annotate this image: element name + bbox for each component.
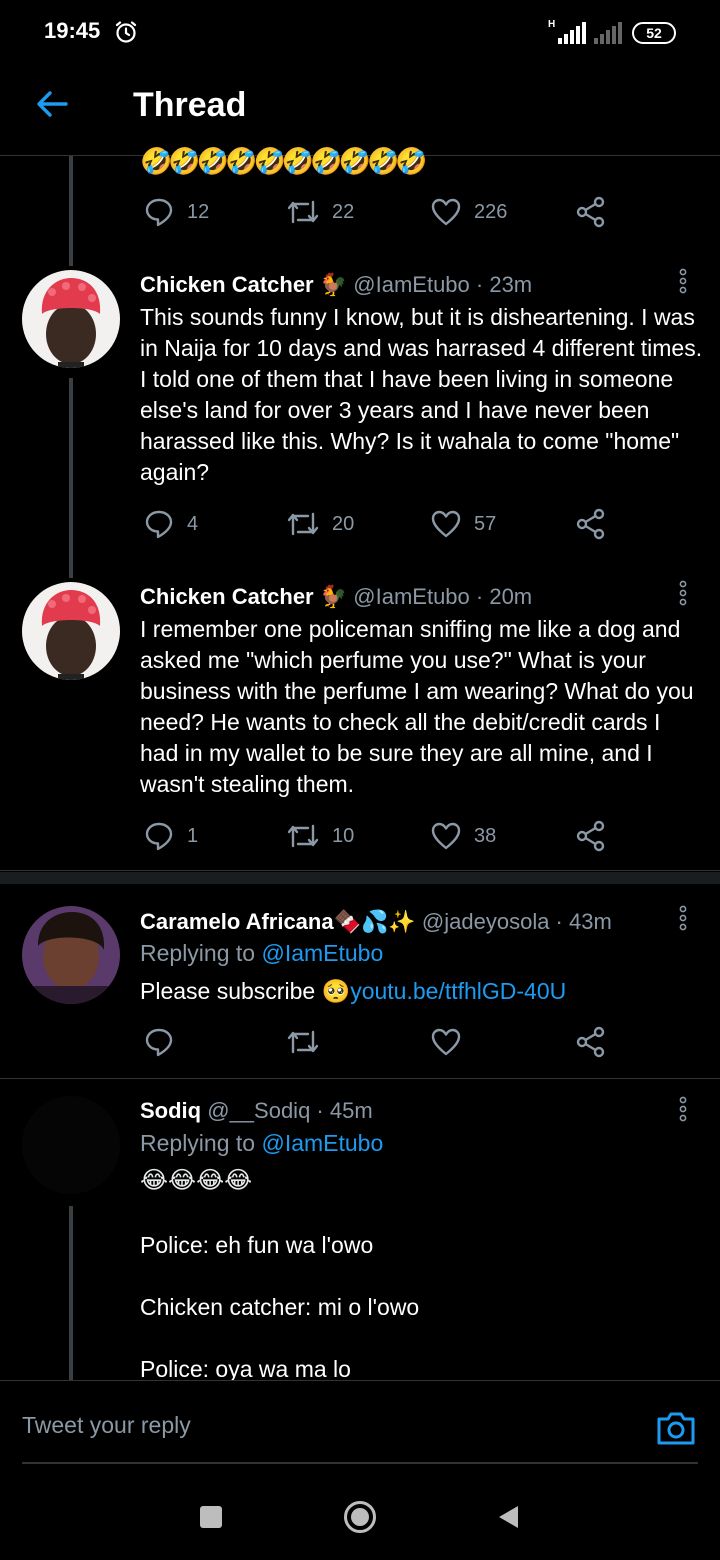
thread-line	[69, 1206, 73, 1380]
author-handle[interactable]: @jadeyosola · 43m	[422, 909, 612, 934]
heart-icon	[431, 822, 461, 850]
tweet-text-prefix: Please subscribe	[140, 978, 322, 1004]
retweet-icon	[287, 200, 319, 224]
divider	[0, 1078, 720, 1079]
thread-line	[69, 378, 73, 578]
replying-to-label: Replying to	[140, 940, 262, 966]
retweet-button[interactable]: 22	[286, 196, 354, 228]
reply-input-underline	[22, 1462, 698, 1464]
avatar[interactable]	[22, 270, 120, 368]
author-name[interactable]: Chicken Catcher	[140, 584, 314, 609]
alarm-icon	[115, 21, 137, 43]
reply-count: 4	[187, 512, 199, 535]
retweet-icon	[287, 512, 319, 536]
author-name[interactable]: Chicken Catcher	[140, 272, 314, 297]
retweet-count: 20	[332, 512, 355, 535]
like-button[interactable]: 38	[430, 820, 496, 852]
like-count: 57	[474, 512, 497, 535]
tweet-text: I remember one policeman sniffing me lik…	[140, 616, 694, 797]
reply-count: 1	[187, 824, 199, 847]
heart-icon	[431, 510, 461, 538]
more-options-icon[interactable]	[679, 580, 687, 606]
tweet-emojis: 😂😂😂😂	[140, 1167, 253, 1194]
signal-weak-icon	[594, 22, 622, 44]
replying-to: Replying to @IamEtubo	[140, 940, 383, 967]
reply-count: 12	[187, 200, 210, 223]
share-icon[interactable]	[575, 196, 607, 228]
retweet-button[interactable]: 20	[286, 508, 354, 540]
share-icon[interactable]	[575, 1026, 607, 1058]
tweet-author-line: Chicken Catcher 🐓 @IamEtubo · 20m	[140, 584, 532, 610]
reply-icon	[145, 198, 173, 227]
more-options-icon[interactable]	[679, 905, 687, 931]
signal-icon	[558, 22, 586, 44]
like-count: 226	[474, 200, 508, 223]
recents-button[interactable]	[200, 1506, 222, 1528]
page-title: Thread	[133, 86, 247, 124]
avatar-image	[22, 582, 120, 680]
avatar[interactable]	[22, 906, 120, 1004]
like-count: 38	[474, 824, 497, 847]
pleading-emoji: 🥺	[321, 978, 351, 1004]
tweet-author-line: Sodiq @__Sodiq · 45m	[140, 1098, 373, 1124]
reply-icon	[145, 822, 173, 851]
tweet-author-line: Caramelo Africana🍫💦✨ @jadeyosola · 43m	[140, 909, 612, 935]
thread-line	[69, 156, 73, 266]
author-name[interactable]: Caramelo Africana	[140, 909, 334, 934]
tweet-text-line: Police: eh fun wa l'owo	[140, 1232, 374, 1258]
tweet-emojis: 🤣🤣🤣🤣🤣🤣🤣🤣🤣🤣	[140, 146, 428, 176]
retweet-icon	[287, 824, 319, 848]
reply-input[interactable]: Tweet your reply	[22, 1412, 191, 1439]
tweet-text-line: Chicken catcher: mi o l'owo	[140, 1294, 420, 1320]
more-options-icon[interactable]	[679, 1096, 687, 1122]
retweet-count: 10	[332, 824, 355, 847]
author-handle[interactable]: @IamEtubo · 20m	[353, 584, 532, 609]
share-icon[interactable]	[575, 508, 607, 540]
retweet-icon[interactable]	[286, 1026, 320, 1058]
like-button[interactable]: 226	[430, 196, 507, 228]
divider	[0, 870, 720, 871]
replying-to-handle[interactable]: @IamEtubo	[261, 940, 383, 966]
reply-icon	[145, 510, 173, 539]
status-time: 19:45	[44, 18, 101, 43]
back-arrow-icon[interactable]	[34, 86, 70, 122]
tweet-author-line: Chicken Catcher 🐓 @IamEtubo · 23m	[140, 272, 532, 298]
replying-to: Replying to @IamEtubo	[140, 1130, 383, 1157]
author-handle[interactable]: @IamEtubo · 23m	[353, 272, 532, 297]
reply-button[interactable]: 4	[143, 508, 198, 540]
avatar[interactable]	[22, 582, 120, 680]
more-options-icon[interactable]	[679, 268, 687, 294]
retweet-button[interactable]: 10	[286, 820, 354, 852]
tweet-text: This sounds funny I know, but it is dish…	[140, 304, 703, 485]
author-name[interactable]: Sodiq	[140, 1098, 201, 1123]
name-emoji: 🐓	[319, 584, 348, 609]
replying-to-handle[interactable]: @IamEtubo	[261, 1130, 383, 1156]
avatar-image	[22, 906, 120, 1004]
heart-icon	[431, 198, 461, 226]
section-divider	[0, 872, 720, 884]
replying-to-label: Replying to	[140, 1130, 262, 1156]
reply-button[interactable]: 1	[143, 820, 198, 852]
reply-icon[interactable]	[143, 1026, 175, 1058]
home-button[interactable]	[343, 1500, 377, 1534]
name-emojis: 🍫💦✨	[333, 909, 416, 934]
tweet-text-line: Police: oya wa ma lo	[140, 1356, 351, 1380]
reply-bar-divider	[0, 1380, 720, 1381]
avatar-image	[22, 270, 120, 368]
like-button[interactable]: 57	[430, 508, 496, 540]
name-emoji: 🐓	[319, 272, 348, 297]
author-handle[interactable]: @__Sodiq · 45m	[207, 1098, 372, 1123]
avatar[interactable]	[22, 1096, 120, 1194]
battery-indicator: 52	[632, 22, 676, 44]
tweet-link[interactable]: youtu.be/ttfhlGD-40U	[350, 978, 566, 1004]
tweet-text: Please subscribe 🥺youtu.be/ttfhlGD-40U	[140, 976, 705, 1007]
heart-icon[interactable]	[430, 1026, 462, 1058]
retweet-count: 22	[332, 200, 355, 223]
share-icon[interactable]	[575, 820, 607, 852]
nav-back-button[interactable]	[496, 1504, 520, 1530]
reply-button[interactable]: 12	[143, 196, 209, 228]
camera-icon[interactable]	[656, 1409, 696, 1447]
network-type: H	[548, 19, 556, 30]
